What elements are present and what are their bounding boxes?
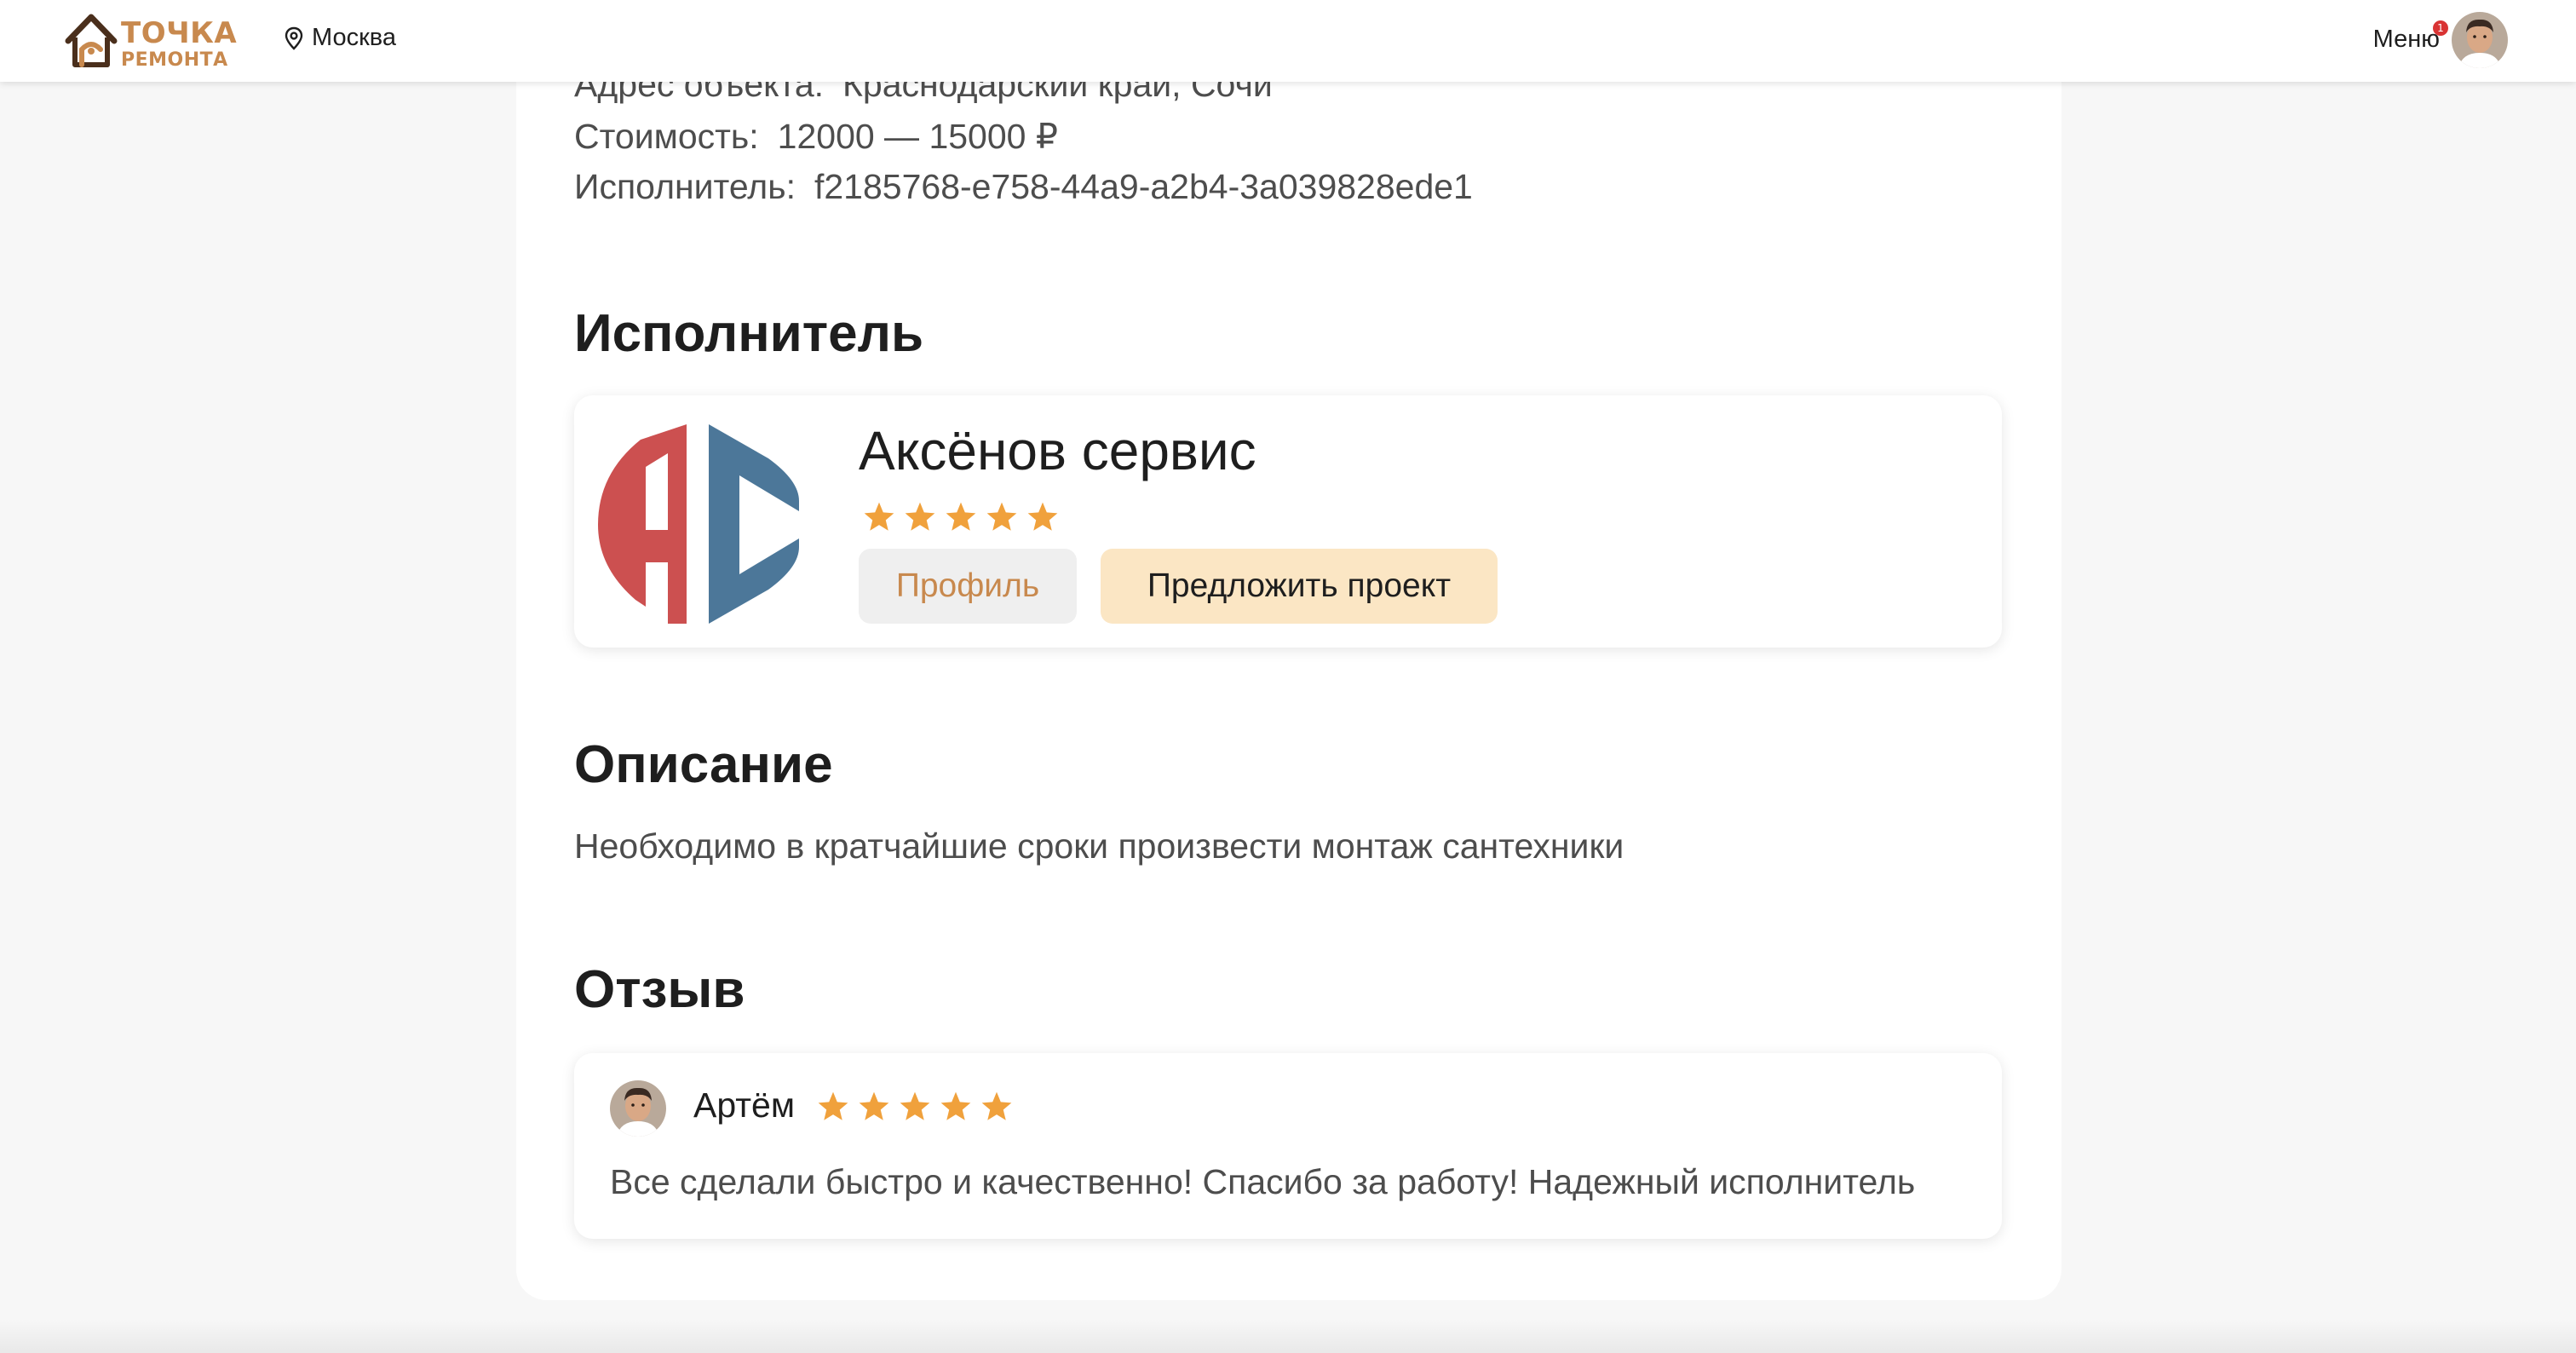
top-header: ТОЧКА РЕМОНТА Москва Меню 1: [0, 0, 2576, 82]
menu-button[interactable]: Меню: [2373, 26, 2440, 54]
executor-card: Аксёнов сервис Профиль Предложить проект: [574, 395, 2002, 648]
star-icon: [864, 502, 894, 531]
star-icon: [946, 502, 976, 531]
review-text: Все сделали быстро и качественно! Спасиб…: [610, 1162, 1916, 1201]
price-row: Стоимость: 12000 — 15000 ₽: [574, 116, 1058, 157]
description-section-title: Описание: [574, 735, 833, 794]
city-name: Москва: [312, 24, 397, 51]
price-value: 12000 — 15000 ₽: [777, 117, 1058, 156]
executor-id: f2185768-e758-44a9-a2b4-3a039828ede1: [814, 167, 1473, 206]
reviewer-name: Артём: [693, 1085, 796, 1125]
star-icon: [818, 1091, 848, 1120]
map-pin-icon: [285, 26, 303, 50]
star-icon: [986, 502, 1017, 531]
star-icon: [981, 1091, 1012, 1120]
city-selector[interactable]: Москва: [285, 24, 396, 52]
review-rating: [816, 1091, 1021, 1123]
star-icon: [1027, 502, 1058, 531]
executor-section-title: Исполнитель: [574, 304, 924, 363]
company-logo: [598, 419, 799, 631]
price-label: Стоимость:: [574, 117, 759, 156]
site-logo[interactable]: ТОЧКА РЕМОНТА: [65, 12, 237, 70]
profile-button[interactable]: Профиль: [859, 549, 1077, 624]
house-logo-icon: [65, 14, 118, 67]
logo-title: ТОЧКА: [121, 16, 238, 50]
review-card: Артём Все сделали быстро и качественно! …: [574, 1053, 2002, 1239]
star-icon: [859, 1091, 889, 1120]
user-avatar[interactable]: [2452, 12, 2508, 68]
reviewer-avatar: [610, 1080, 666, 1137]
notification-badge: 1: [2433, 20, 2448, 36]
propose-project-button[interactable]: Предложить проект: [1101, 549, 1498, 624]
description-text: Необходимо в кратчайшие сроки произвести…: [574, 826, 1624, 866]
company-rating: [862, 501, 1067, 533]
star-icon: [905, 502, 935, 531]
order-details-card: Адрес объекта: Краснодарский край, Сочи С…: [516, 34, 2061, 1300]
executor-label: Исполнитель:: [574, 167, 796, 206]
review-section-title: Отзыв: [574, 960, 745, 1019]
executor-row: Исполнитель: f2185768-e758-44a9-a2b4-3a03…: [574, 167, 1473, 207]
star-icon: [900, 1091, 930, 1120]
star-icon: [940, 1091, 971, 1120]
bottom-shadow: [0, 1319, 2576, 1353]
company-name[interactable]: Аксёнов сервис: [859, 419, 1256, 482]
logo-subtitle: РЕМОНТА: [121, 49, 228, 71]
